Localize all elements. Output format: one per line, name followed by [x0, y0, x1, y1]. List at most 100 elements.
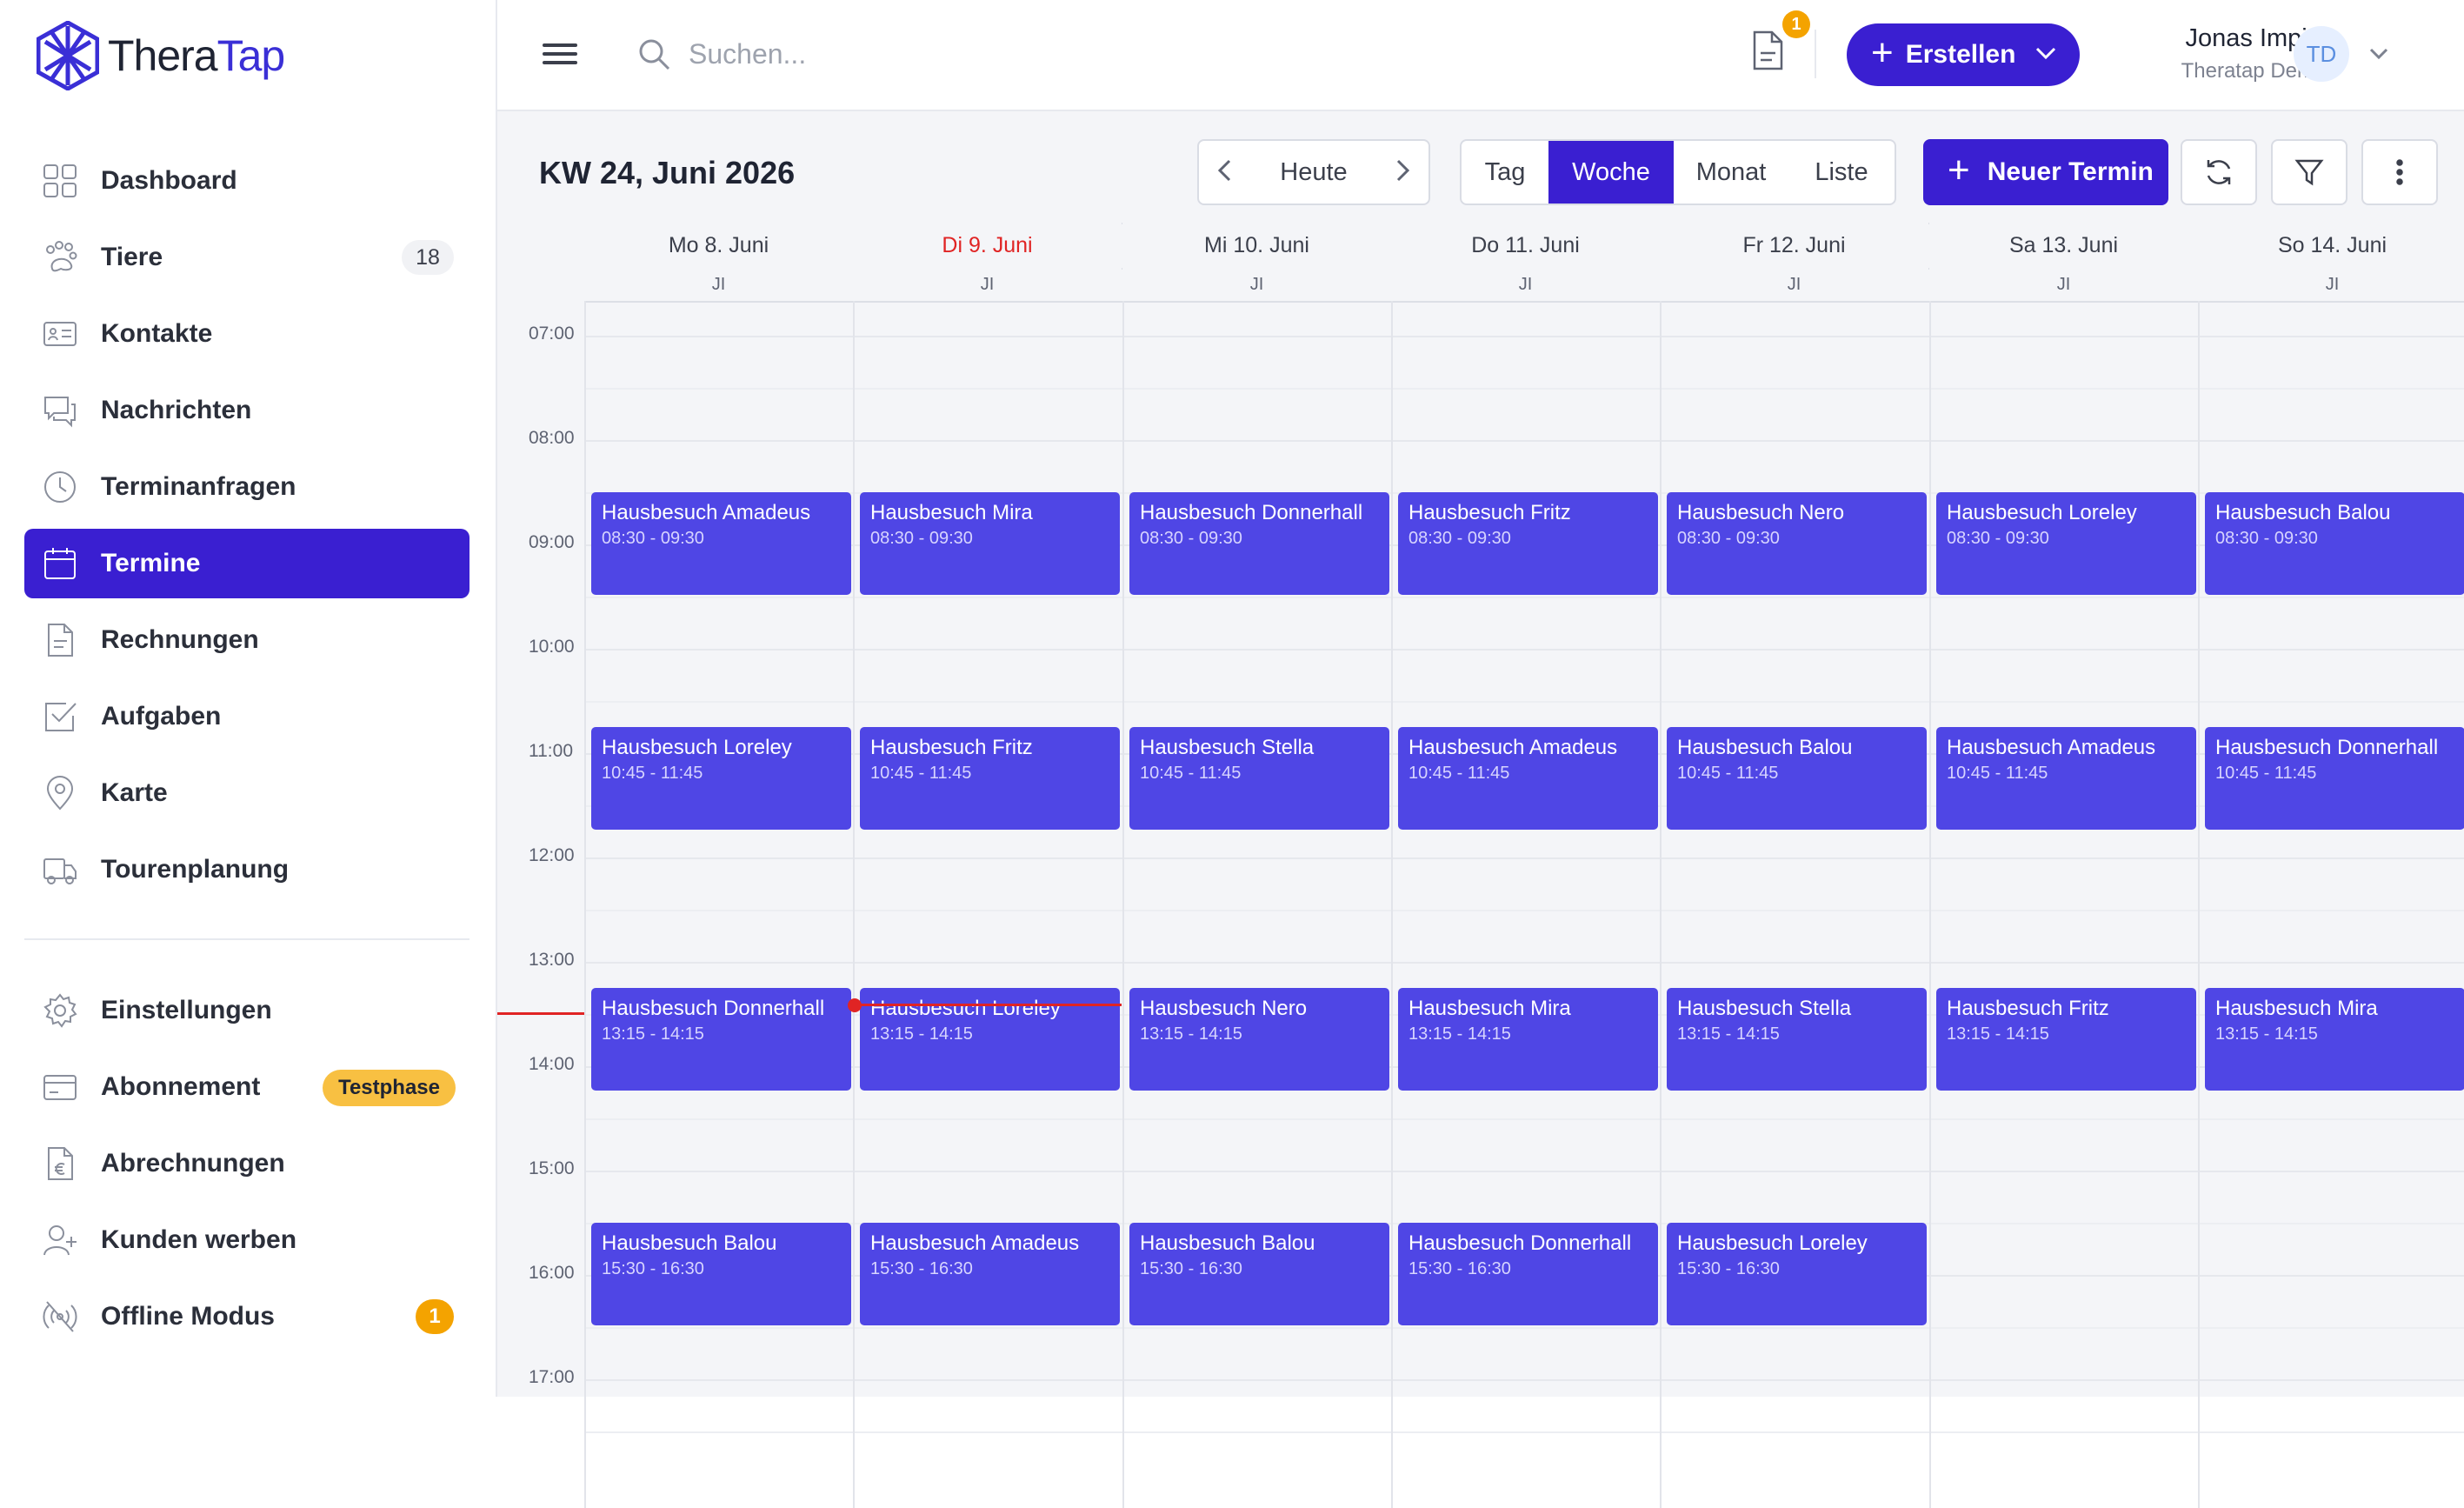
day-header[interactable]: Fr 12. Juni — [1660, 223, 1928, 268]
appointment-event[interactable]: Hausbesuch Mira 08:30 - 09:30 — [860, 492, 1120, 595]
sidebar-item-label: Karte — [101, 778, 168, 807]
create-button-label: Erstellen — [1905, 40, 2016, 69]
event-title: Hausbesuch Amadeus — [870, 1231, 1080, 1255]
event-title: Hausbesuch Balou — [602, 1231, 777, 1255]
sidebar-item-aufgaben[interactable]: Aufgaben — [24, 682, 469, 751]
time-label: 11:00 — [529, 741, 573, 761]
appointment-event[interactable]: Hausbesuch Balou 10:45 - 11:45 — [1667, 727, 1927, 830]
event-time: 10:45 - 11:45 — [2215, 764, 2317, 783]
appointment-event[interactable]: Hausbesuch Donnerhall 08:30 - 09:30 — [1129, 492, 1389, 595]
event-time: 10:45 - 11:45 — [602, 764, 703, 783]
appointment-event[interactable]: Hausbesuch Balou 08:30 - 09:30 — [2205, 492, 2464, 595]
time-label: 10:00 — [529, 637, 575, 657]
time-label: 07:00 — [529, 324, 575, 344]
appointment-event[interactable]: Hausbesuch Amadeus 10:45 - 11:45 — [1936, 727, 2196, 830]
event-time: 10:45 - 11:45 — [1140, 764, 1242, 783]
sidebar-item-label: Abonnement — [101, 1072, 261, 1101]
grid-icon — [40, 161, 80, 201]
count-badge: 18 — [402, 240, 454, 275]
trial-badge: Testphase — [323, 1070, 456, 1106]
day-column-divider — [2198, 223, 2200, 1508]
gear-icon — [40, 991, 80, 1031]
day-column-divider — [1660, 223, 1662, 1508]
paw-icon — [40, 237, 80, 277]
event-time: 15:30 - 16:30 — [1140, 1259, 1242, 1278]
sidebar-item-termine[interactable]: Termine — [24, 529, 469, 598]
event-title: Hausbesuch Loreley — [1947, 501, 2137, 524]
sidebar-item-offline-modus[interactable]: Offline Modus 1 — [24, 1282, 469, 1351]
hour-line — [584, 336, 2464, 337]
sidebar-item-abrechnungen[interactable]: Abrechnungen — [24, 1129, 469, 1198]
sidebar-item-label: Aufgaben — [101, 702, 222, 731]
event-title: Hausbesuch Nero — [1677, 501, 1845, 524]
half-hour-line — [584, 1118, 2464, 1120]
event-title: Hausbesuch Amadeus — [602, 501, 811, 524]
event-title: Hausbesuch Loreley — [1677, 1231, 1868, 1255]
appointment-event[interactable]: Hausbesuch Amadeus 15:30 - 16:30 — [860, 1223, 1120, 1325]
credit-card-icon — [40, 1067, 80, 1107]
sidebar-item-terminanfragen[interactable]: Terminanfragen — [24, 452, 469, 522]
day-header[interactable]: Mo 8. Juni — [584, 223, 853, 268]
appointment-event[interactable]: Hausbesuch Donnerhall 15:30 - 16:30 — [1398, 1223, 1658, 1325]
appointment-event[interactable]: Hausbesuch Nero 13:15 - 14:15 — [1129, 988, 1389, 1091]
day-column-divider — [1391, 223, 1393, 1508]
appointment-event[interactable]: Hausbesuch Loreley 08:30 - 09:30 — [1936, 492, 2196, 595]
day-header[interactable]: Do 11. Juni — [1391, 223, 1660, 268]
all-day-cell: JI — [584, 268, 853, 301]
sidebar-item-tiere[interactable]: Tiere 18 — [24, 223, 469, 292]
day-column-divider — [584, 223, 586, 1508]
appointment-event[interactable]: Hausbesuch Loreley 15:30 - 16:30 — [1667, 1223, 1927, 1325]
half-hour-line — [584, 701, 2464, 703]
sidebar-item-label: Kunden werben — [101, 1225, 297, 1254]
avatar[interactable]: TD — [2294, 26, 2349, 82]
appointment-event[interactable]: Hausbesuch Donnerhall 10:45 - 11:45 — [2205, 727, 2464, 830]
event-time: 08:30 - 09:30 — [2215, 529, 2318, 548]
sidebar-item-einstellungen[interactable]: Einstellungen — [24, 976, 469, 1045]
app-logo[interactable]: TheraTap — [37, 21, 285, 90]
appointment-event[interactable]: Hausbesuch Fritz 08:30 - 09:30 — [1398, 492, 1658, 595]
event-title: Hausbesuch Fritz — [1408, 501, 1571, 524]
appointment-event[interactable]: Hausbesuch Fritz 10:45 - 11:45 — [860, 727, 1120, 830]
event-title: Hausbesuch Balou — [2215, 501, 2391, 524]
contact-card-icon — [40, 314, 80, 354]
create-button[interactable]: + Erstellen — [1847, 23, 2080, 86]
sidebar-item-label: Einstellungen — [101, 996, 272, 1024]
sidebar-item-nachrichten[interactable]: Nachrichten — [24, 376, 469, 445]
secondary-nav: Einstellungen Abonnement Testphase Abrec… — [24, 976, 469, 1358]
appointment-event[interactable]: Hausbesuch Fritz 13:15 - 14:15 — [1936, 988, 2196, 1091]
appointment-event[interactable]: Hausbesuch Stella 10:45 - 11:45 — [1129, 727, 1389, 830]
day-header[interactable]: Di 9. Juni — [853, 223, 1122, 268]
sidebar-item-abonnement[interactable]: Abonnement Testphase — [24, 1052, 469, 1122]
appointment-event[interactable]: Hausbesuch Mira 13:15 - 14:15 — [2205, 988, 2464, 1091]
event-title: Hausbesuch Donnerhall — [602, 997, 825, 1020]
sidebar-item-rechnungen[interactable]: Rechnungen — [24, 605, 469, 675]
sidebar-item-karte[interactable]: Karte — [24, 758, 469, 828]
menu-icon[interactable] — [543, 38, 577, 73]
current-time-dot — [848, 998, 862, 1012]
search-input[interactable] — [687, 30, 1104, 78]
event-title: Hausbesuch Stella — [1140, 736, 1315, 759]
sidebar-item-kontakte[interactable]: Kontakte — [24, 299, 469, 369]
chevron-down-icon — [2034, 45, 2057, 65]
appointment-event[interactable]: Hausbesuch Loreley 10:45 - 11:45 — [591, 727, 851, 830]
chevron-down-icon[interactable] — [2368, 47, 2389, 65]
event-time: 15:30 - 16:30 — [870, 1259, 973, 1278]
appointment-event[interactable]: Hausbesuch Mira 13:15 - 14:15 — [1398, 988, 1658, 1091]
appointment-event[interactable]: Hausbesuch Amadeus 08:30 - 09:30 — [591, 492, 851, 595]
document-icon[interactable] — [1749, 30, 1786, 76]
sidebar-item-kunden-werben[interactable]: Kunden werben — [24, 1205, 469, 1275]
sidebar-item-label: Dashboard — [101, 166, 237, 195]
day-header[interactable]: Mi 10. Juni — [1122, 223, 1391, 268]
appointment-event[interactable]: Hausbesuch Balou 15:30 - 16:30 — [591, 1223, 851, 1325]
appointment-event[interactable]: Hausbesuch Stella 13:15 - 14:15 — [1667, 988, 1927, 1091]
sidebar-item-tourenplanung[interactable]: Tourenplanung — [24, 835, 469, 904]
appointment-event[interactable]: Hausbesuch Donnerhall 13:15 - 14:15 — [591, 988, 851, 1091]
appointment-event[interactable]: Hausbesuch Nero 08:30 - 09:30 — [1667, 492, 1927, 595]
day-header[interactable]: So 14. Juni — [2198, 223, 2464, 268]
day-header[interactable]: Sa 13. Juni — [1929, 223, 2198, 268]
sidebar-item-label: Tourenplanung — [101, 855, 290, 884]
appointment-event[interactable]: Hausbesuch Amadeus 10:45 - 11:45 — [1398, 727, 1658, 830]
appointment-event[interactable]: Hausbesuch Balou 15:30 - 16:30 — [1129, 1223, 1389, 1325]
main-nav: Dashboard Tiere 18 Kontakte Nachrichten … — [24, 146, 469, 911]
sidebar-item-dashboard[interactable]: Dashboard — [24, 146, 469, 216]
